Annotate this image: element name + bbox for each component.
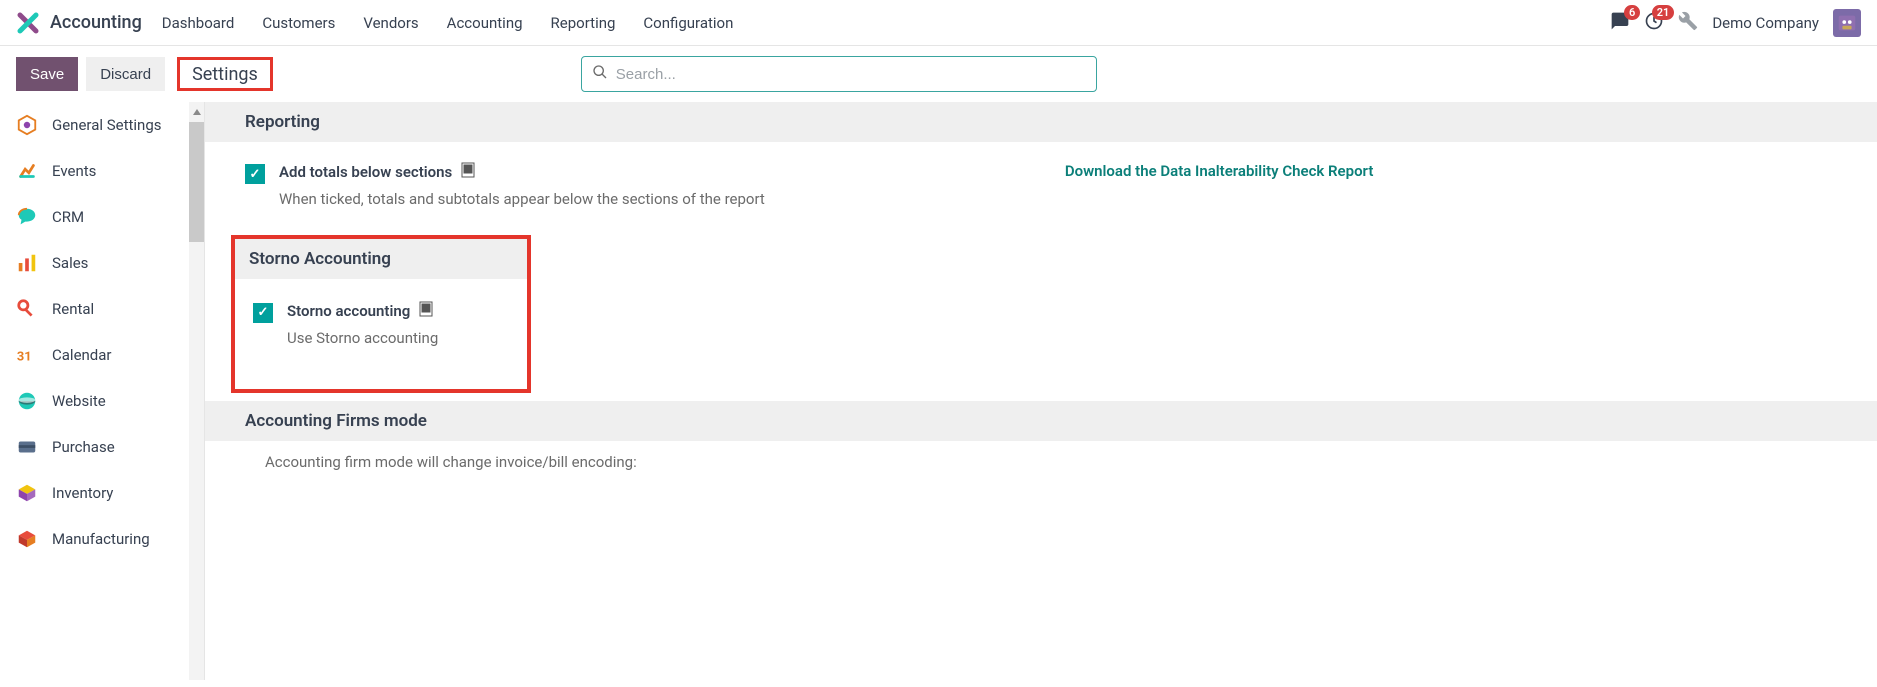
nav-item-vendors[interactable]: Vendors	[363, 14, 418, 32]
calendar-icon: 31	[16, 344, 38, 366]
discard-button[interactable]: Discard	[86, 57, 165, 91]
sidebar-item-label: Events	[52, 162, 96, 180]
crm-icon	[16, 206, 38, 228]
rental-key-icon	[16, 298, 38, 320]
section-body-reporting: ✓ Add totals below sections When ticked,…	[205, 142, 1877, 231]
debug-icon[interactable]	[1678, 11, 1698, 35]
section-header-firms: Accounting Firms mode	[205, 401, 1877, 441]
search-box[interactable]	[581, 56, 1097, 92]
sidebar-item-events[interactable]: Events	[0, 148, 204, 194]
nav-menu: Dashboard Customers Vendors Accounting R…	[162, 14, 734, 32]
sidebar-item-manufacturing[interactable]: Manufacturing	[0, 516, 204, 562]
body: General Settings Events CRM Sales Rental…	[0, 102, 1877, 680]
section-header-storno: Storno Accounting	[235, 239, 527, 279]
sidebar-item-label: Purchase	[52, 438, 115, 456]
website-icon	[16, 390, 38, 412]
search-icon	[592, 64, 608, 84]
sidebar-item-label: General Settings	[52, 116, 162, 134]
activities-badge: 21	[1652, 5, 1675, 20]
breadcrumb-settings: Settings	[177, 57, 273, 91]
settings-main: Reporting ✓ Add totals below sections Wh…	[205, 102, 1877, 680]
option-desc-add-totals: When ticked, totals and subtotals appear…	[279, 188, 765, 211]
control-bar: Save Discard Settings	[0, 46, 1877, 102]
manufacturing-icon	[16, 528, 38, 550]
messages-button[interactable]: 6	[1610, 11, 1630, 35]
sidebar-scrollbar-thumb[interactable]	[189, 122, 204, 242]
sidebar-item-label: Sales	[52, 254, 88, 272]
section-body-storno: ✓ Storno accounting Use Storno accountin…	[235, 279, 527, 350]
search-input[interactable]	[616, 66, 1086, 83]
sidebar-item-inventory[interactable]: Inventory	[0, 470, 204, 516]
sidebar-scroll-track[interactable]	[189, 102, 204, 680]
checkbox-add-totals[interactable]: ✓	[245, 164, 265, 184]
company-selector[interactable]: Demo Company	[1712, 14, 1819, 32]
nav-item-customers[interactable]: Customers	[262, 14, 335, 32]
messages-badge: 6	[1624, 5, 1640, 20]
sidebar-item-label: Rental	[52, 300, 94, 318]
save-button[interactable]: Save	[16, 57, 78, 91]
search-wrap	[581, 56, 1097, 92]
sidebar-item-general-settings[interactable]: General Settings	[0, 102, 204, 148]
sidebar-item-label: Inventory	[52, 484, 113, 502]
option-desc-storno: Use Storno accounting	[287, 327, 438, 350]
user-avatar[interactable]	[1833, 9, 1861, 37]
app-logo-icon	[16, 11, 40, 35]
sidebar-item-website[interactable]: Website	[0, 378, 204, 424]
nav-item-accounting[interactable]: Accounting	[447, 14, 523, 32]
sidebar-item-purchase[interactable]: Purchase	[0, 424, 204, 470]
activities-button[interactable]: 21	[1644, 11, 1664, 35]
inventory-box-icon	[16, 482, 38, 504]
sidebar-item-crm[interactable]: CRM	[0, 194, 204, 240]
scroll-up-icon[interactable]	[189, 102, 204, 122]
app-name: Accounting	[50, 12, 142, 33]
option-title-storno: Storno accounting	[287, 302, 410, 320]
firms-desc: Accounting firm mode will change invoice…	[205, 441, 1877, 483]
sidebar-item-calendar[interactable]: 31 Calendar	[0, 332, 204, 378]
building-icon	[460, 162, 476, 182]
top-nav: Accounting Dashboard Customers Vendors A…	[0, 0, 1877, 46]
checkbox-storno[interactable]: ✓	[253, 303, 273, 323]
gear-hex-icon	[16, 114, 38, 136]
sidebar-item-label: Manufacturing	[52, 530, 150, 548]
section-header-reporting: Reporting	[205, 102, 1877, 142]
nav-item-configuration[interactable]: Configuration	[643, 14, 733, 32]
sidebar-item-label: Website	[52, 392, 106, 410]
sidebar-item-label: Calendar	[52, 346, 112, 364]
events-icon	[16, 160, 38, 182]
check-icon: ✓	[250, 167, 261, 182]
topnav-right: 6 21 Demo Company	[1610, 9, 1861, 37]
sidebar-item-rental[interactable]: Rental	[0, 286, 204, 332]
purchase-icon	[16, 436, 38, 458]
svg-text:31: 31	[17, 350, 32, 365]
storno-highlight: Storno Accounting ✓ Storno accounting Us…	[231, 235, 531, 394]
sidebar-item-sales[interactable]: Sales	[0, 240, 204, 286]
option-title-add-totals: Add totals below sections	[279, 163, 452, 181]
check-icon: ✓	[258, 305, 269, 320]
sales-icon	[16, 252, 38, 274]
building-icon	[418, 301, 434, 321]
download-inalterability-link[interactable]: Download the Data Inalterability Check R…	[1065, 162, 1374, 180]
nav-item-reporting[interactable]: Reporting	[551, 14, 616, 32]
sidebar-item-label: CRM	[52, 208, 84, 226]
settings-sidebar: General Settings Events CRM Sales Rental…	[0, 102, 205, 680]
nav-item-dashboard[interactable]: Dashboard	[162, 14, 235, 32]
